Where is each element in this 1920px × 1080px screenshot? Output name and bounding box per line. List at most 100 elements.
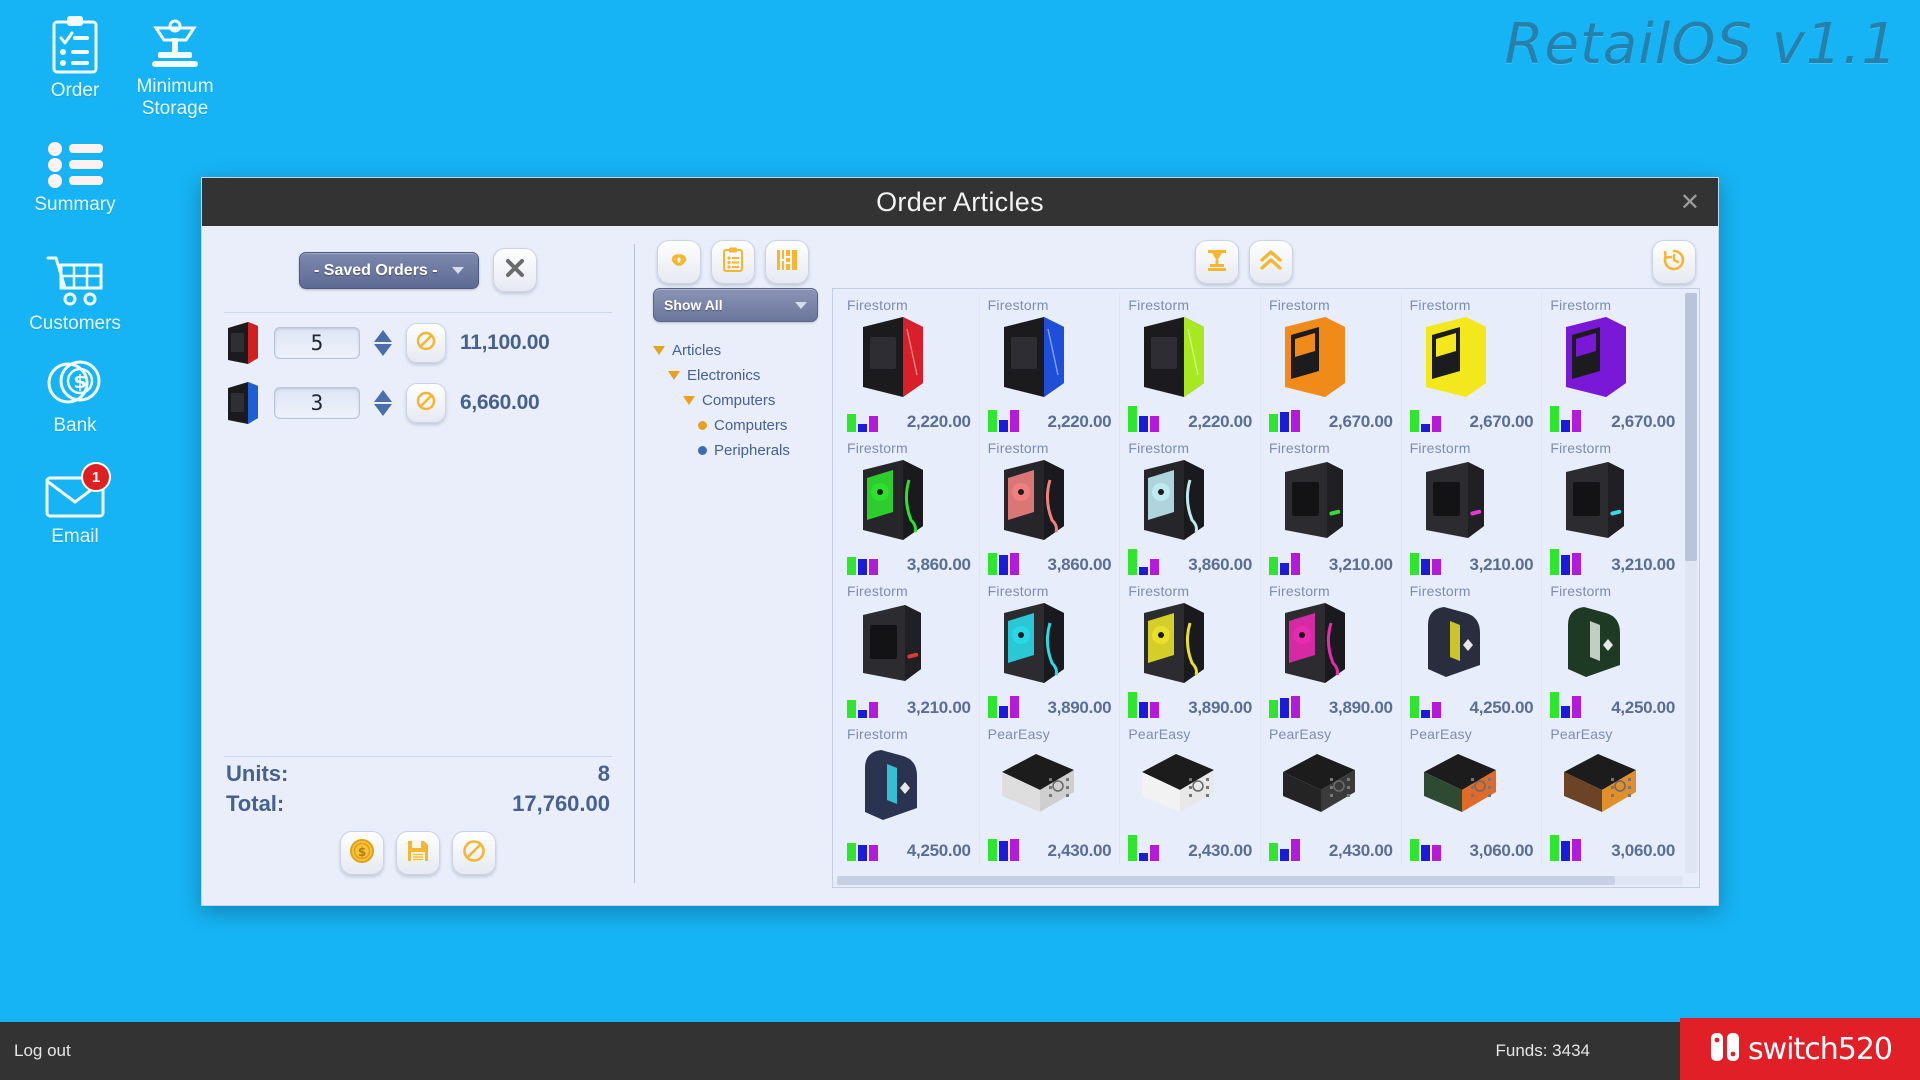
cancel-order-button[interactable] <box>452 831 496 875</box>
quantity-input[interactable]: 3 <box>274 387 360 419</box>
envelope-icon: 1 <box>41 472 109 522</box>
save-order-button[interactable] <box>396 831 440 875</box>
infinite-order-button[interactable] <box>657 240 701 284</box>
tree-item-electronics[interactable]: Electronics <box>653 363 818 388</box>
product-card[interactable]: Firestorm 2,220.00 <box>980 293 1121 436</box>
product-price: 3,210.00 <box>1611 555 1675 575</box>
svg-text:$: $ <box>358 845 366 859</box>
tree-item-peripherals-leaf[interactable]: Peripherals <box>653 438 818 463</box>
product-price: 4,250.00 <box>1470 698 1534 718</box>
logout-button[interactable]: Log out <box>14 1041 71 1061</box>
product-card[interactable]: Firestorm 2,670.00 <box>1261 293 1402 436</box>
infinity-icon <box>666 251 692 274</box>
sidebar-item-label: Email <box>51 526 99 548</box>
product-price: 3,060.00 <box>1611 841 1675 861</box>
product-card[interactable]: PearEasy 2,430.00 <box>980 722 1121 865</box>
product-card[interactable]: Firestorm 3,210.00 <box>839 579 980 722</box>
product-grid: Firestorm 2,220.00Firestorm 2,220.00Fire… <box>833 289 1699 865</box>
product-card[interactable]: Firestorm 3,210.00 <box>1261 436 1402 579</box>
product-brand: Firestorm <box>847 440 973 456</box>
product-price: 2,670.00 <box>1329 412 1393 432</box>
scrollbar-thumb[interactable] <box>1685 293 1697 561</box>
product-card[interactable]: PearEasy 2,430.00 <box>1261 722 1402 865</box>
product-card[interactable]: Firestorm 3,890.00 <box>980 579 1121 722</box>
scrollbar-thumb[interactable] <box>837 876 1615 885</box>
product-brand: Firestorm <box>1269 297 1395 313</box>
product-image <box>1550 742 1677 834</box>
product-image <box>1128 742 1254 834</box>
shopping-cart-icon <box>44 253 106 309</box>
stock-bars-icon <box>988 835 1019 861</box>
barcode-icon <box>775 248 799 277</box>
sidebar-item-label: Summary <box>34 194 115 216</box>
sidebar-item-minimum-storage[interactable]: Minimum Storage <box>100 10 250 120</box>
grid-vertical-scrollbar[interactable] <box>1685 293 1697 873</box>
clipboard-list-icon <box>722 247 744 278</box>
remove-line-button[interactable] <box>406 323 446 363</box>
product-price: 2,670.00 <box>1470 412 1534 432</box>
product-brand: Firestorm <box>1550 440 1677 456</box>
product-card[interactable]: Firestorm 2,220.00 <box>1120 293 1261 436</box>
sidebar-item-bank[interactable]: $ Bank <box>0 355 150 437</box>
fill-shelf-button[interactable] <box>1195 240 1239 284</box>
triangle-down-icon <box>683 396 695 405</box>
product-image <box>988 456 1114 548</box>
product-card[interactable]: Firestorm 2,670.00 <box>1542 293 1683 436</box>
product-card[interactable]: Firestorm 3,210.00 <box>1402 436 1543 579</box>
tree-item-computers-leaf[interactable]: Computers <box>653 413 818 438</box>
product-card[interactable]: Firestorm 2,670.00 <box>1402 293 1543 436</box>
cart-row[interactable]: 5 11,100.00 <box>202 313 634 373</box>
product-price: 3,210.00 <box>1329 555 1393 575</box>
saved-orders-select[interactable]: - Saved Orders - <box>299 252 479 289</box>
product-image <box>847 742 973 834</box>
product-card[interactable]: Firestorm 3,860.00 <box>1120 436 1261 579</box>
clipboard-checklist-icon <box>49 14 101 76</box>
product-brand: Firestorm <box>1128 440 1254 456</box>
scale-balance-icon <box>144 10 206 72</box>
sidebar-item-email[interactable]: 1 Email <box>0 472 150 548</box>
stock-bars-icon <box>847 406 878 432</box>
cart-row[interactable]: 3 6,660.00 <box>202 373 634 433</box>
product-card[interactable]: Firestorm 3,890.00 <box>1261 579 1402 722</box>
product-brand: Firestorm <box>988 297 1114 313</box>
product-image <box>1410 456 1536 548</box>
chevron-down-icon <box>452 267 464 274</box>
product-brand: Firestorm <box>1410 440 1536 456</box>
sidebar-item-label: Minimum Storage <box>136 76 213 120</box>
product-card[interactable]: Firestorm 4,250.00 <box>1542 579 1683 722</box>
sidebar-item-summary[interactable]: Summary <box>0 140 150 216</box>
product-card[interactable]: Firestorm 3,210.00 <box>1542 436 1683 579</box>
product-brand: Firestorm <box>1269 583 1395 599</box>
tree-item-computers[interactable]: Computers <box>653 388 818 413</box>
tree-item-articles[interactable]: Articles <box>653 338 818 363</box>
product-card[interactable]: PearEasy 2,430.00 <box>1120 722 1261 865</box>
product-card[interactable]: Firestorm 4,250.00 <box>1402 579 1543 722</box>
product-card[interactable]: Firestorm 3,890.00 <box>1120 579 1261 722</box>
order-list-button[interactable] <box>711 240 755 284</box>
remove-line-button[interactable] <box>406 383 446 423</box>
product-card[interactable]: Firestorm 4,250.00 <box>839 722 980 865</box>
sidebar-item-customers[interactable]: Customers <box>0 253 150 335</box>
product-brand: Firestorm <box>847 726 973 742</box>
barcode-button[interactable] <box>765 240 809 284</box>
order-history-button[interactable] <box>1652 240 1696 284</box>
quantity-stepper[interactable] <box>374 330 392 356</box>
product-grid-container: Firestorm 2,220.00Firestorm 2,220.00Fire… <box>832 288 1700 888</box>
product-price: 3,890.00 <box>1329 698 1393 718</box>
product-card[interactable]: Firestorm 3,860.00 <box>980 436 1121 579</box>
dollar-coin-icon: $ <box>349 838 375 869</box>
clear-order-button[interactable] <box>493 248 537 292</box>
category-filter-select[interactable]: Show All <box>653 288 818 322</box>
product-card[interactable]: PearEasy 3,060.00 <box>1402 722 1543 865</box>
restock-up-button[interactable] <box>1249 240 1293 284</box>
quantity-input[interactable]: 5 <box>274 327 360 359</box>
buy-button[interactable]: $ <box>340 831 384 875</box>
product-brand: Firestorm <box>1550 583 1677 599</box>
close-icon[interactable]: ✕ <box>1680 190 1700 214</box>
stock-bars-icon <box>1550 406 1581 432</box>
product-card[interactable]: Firestorm 3,860.00 <box>839 436 980 579</box>
product-card[interactable]: PearEasy 3,060.00 <box>1542 722 1683 865</box>
product-card[interactable]: Firestorm 2,220.00 <box>839 293 980 436</box>
quantity-stepper[interactable] <box>374 390 392 416</box>
grid-horizontal-scrollbar[interactable] <box>837 876 1683 885</box>
